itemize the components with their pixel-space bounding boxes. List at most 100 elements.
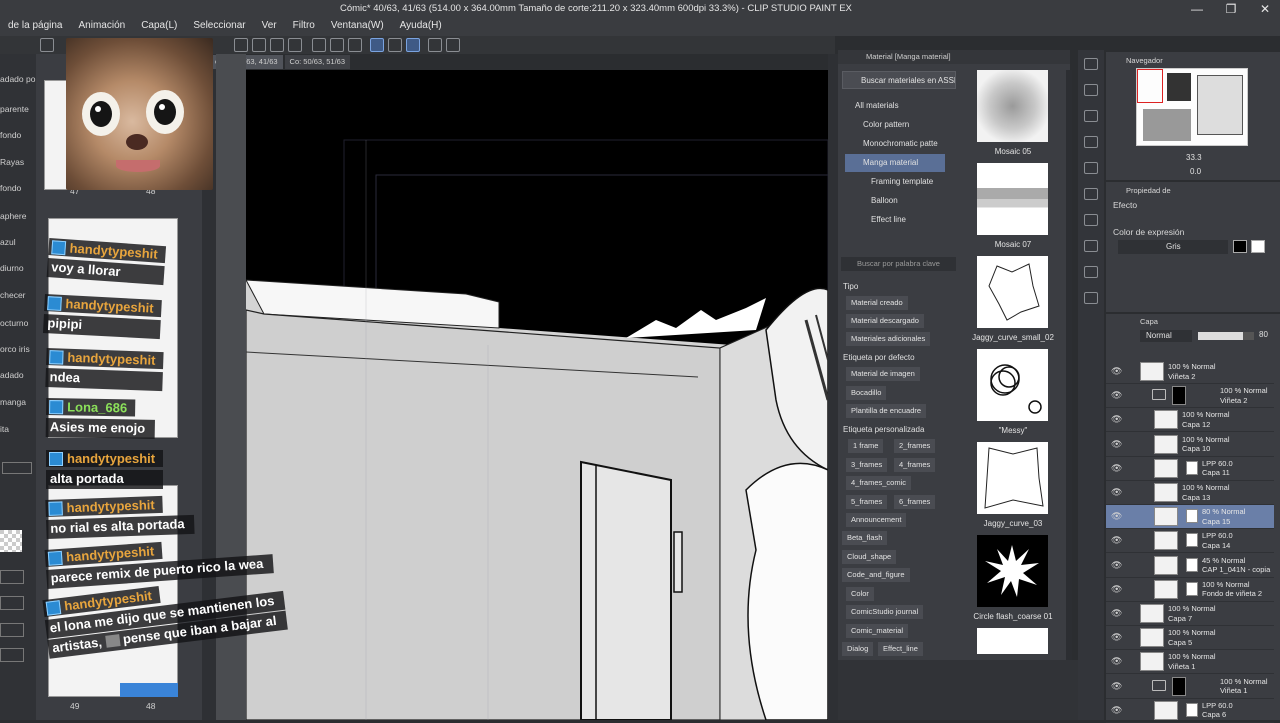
- folder-icon[interactable]: [1152, 389, 1166, 401]
- pen-snap-icon[interactable]: [388, 38, 402, 52]
- opacity-slider[interactable]: [1198, 332, 1254, 340]
- panel-icon[interactable]: [1084, 136, 1098, 148]
- tag-downloaded[interactable]: Material descargado: [846, 314, 924, 328]
- tree-manga-material[interactable]: Manga material: [845, 154, 945, 172]
- tag-image-material[interactable]: Material de imagen: [846, 367, 920, 381]
- tag-color[interactable]: Color: [846, 587, 874, 601]
- tag-4-frames-comic[interactable]: 4_frames_comic: [846, 476, 912, 490]
- layer-row[interactable]: 👁 100 % Normal Fondo de viñeta 2: [1106, 578, 1274, 602]
- tag-3-frames[interactable]: 3_frames: [846, 458, 888, 472]
- tag-beta-flash[interactable]: Beta_flash: [842, 531, 888, 545]
- menu-animation[interactable]: Animación: [71, 18, 134, 34]
- layer-row[interactable]: 👁 45 % Normal CAP 1_041N - copia: [1106, 554, 1274, 578]
- tag-frame-template[interactable]: Plantilla de encuadre: [846, 404, 927, 418]
- drawing-canvas[interactable]: [246, 70, 828, 720]
- expression-color-select[interactable]: Gris: [1118, 240, 1228, 254]
- visibility-eye-icon[interactable]: 👁: [1111, 487, 1122, 498]
- menu-layer[interactable]: Capa(L): [133, 18, 185, 34]
- material-scrollbar[interactable]: [1066, 70, 1072, 660]
- layer-row[interactable]: 👁 100 % Normal Capa 13: [1106, 481, 1274, 505]
- tag-6-frames[interactable]: 6_frames: [894, 495, 936, 509]
- layer-row[interactable]: 👁 100 % Normal Viñeta 2: [1106, 384, 1274, 409]
- menu-select[interactable]: Seleccionar: [185, 18, 253, 34]
- tag-5-frames[interactable]: 5_frames: [846, 495, 888, 509]
- rotation-value[interactable]: 0.0: [1190, 167, 1201, 176]
- tag-code-and-figure[interactable]: Code_and_figure: [842, 568, 910, 582]
- visibility-eye-icon[interactable]: 👁: [1111, 463, 1122, 474]
- material-thumb-circle-flash[interactable]: [977, 535, 1048, 607]
- tag-effect-line[interactable]: Effect_line: [878, 642, 923, 656]
- tag-1-frame[interactable]: 1 frame: [848, 439, 884, 453]
- layer-row[interactable]: 👁 LPP 60.0 Capa 14: [1106, 529, 1274, 554]
- panel-icon[interactable]: [1084, 162, 1098, 174]
- panel-icon[interactable]: [1084, 58, 1098, 70]
- hamburger-icon[interactable]: [40, 38, 54, 52]
- material-thumb-mosaic-05[interactable]: [977, 70, 1048, 142]
- tree-all-materials[interactable]: All materials: [845, 97, 945, 115]
- panel-icon[interactable]: [1084, 110, 1098, 122]
- tag-announcement[interactable]: Announcement: [846, 513, 907, 527]
- help-icon[interactable]: [446, 38, 460, 52]
- page-tool-icons[interactable]: [2, 462, 32, 474]
- transform-icon[interactable]: [288, 38, 302, 52]
- clear-icon[interactable]: [348, 38, 362, 52]
- fill-icon[interactable]: [252, 38, 266, 52]
- menu-filter[interactable]: Filtro: [285, 18, 323, 34]
- black-swatch[interactable]: [1233, 240, 1247, 253]
- blend-mode-select[interactable]: Normal: [1140, 330, 1192, 342]
- material-thumb-messy[interactable]: [977, 349, 1048, 421]
- tag-cloud-shape[interactable]: Cloud_shape: [842, 550, 897, 564]
- visibility-eye-icon[interactable]: 👁: [1111, 632, 1122, 643]
- visibility-eye-icon[interactable]: 👁: [1111, 414, 1122, 425]
- tab-document-50[interactable]: Co: 50/63, 51/63: [284, 55, 351, 69]
- crop-icon[interactable]: [330, 38, 344, 52]
- white-swatch[interactable]: [1251, 240, 1265, 253]
- material-thumb-mosaic-07[interactable]: [977, 163, 1048, 235]
- tag-2-frames[interactable]: 2_frames: [894, 439, 936, 453]
- align-icon[interactable]: [0, 596, 24, 610]
- layer-row[interactable]: 👁 100 % Normal Capa 5: [1106, 626, 1274, 651]
- visibility-eye-icon[interactable]: 👁: [1111, 535, 1122, 546]
- visibility-eye-icon[interactable]: 👁: [1111, 390, 1122, 401]
- tag-comicstudio-journal[interactable]: ComicStudio journal: [846, 605, 924, 619]
- tag-balloon[interactable]: Bocadillo: [846, 386, 887, 400]
- layer-row[interactable]: 👁 100 % Normal Viñeta 2: [1106, 360, 1274, 384]
- slider-icon[interactable]: [0, 648, 24, 662]
- select-icon[interactable]: [312, 38, 326, 52]
- layer-row[interactable]: 👁 100 % Normal Viñeta 1: [1106, 650, 1274, 675]
- layer-row[interactable]: 👁 100 % Normal Capa 12: [1106, 408, 1274, 433]
- tag-additional[interactable]: Materiales adicionales: [846, 332, 931, 346]
- tag-created[interactable]: Material creado: [846, 296, 908, 310]
- panel-icon[interactable]: [1084, 292, 1098, 304]
- material-thumb-jaggy-03[interactable]: [977, 442, 1048, 514]
- tree-balloon[interactable]: Balloon: [845, 192, 945, 210]
- panel-icon[interactable]: [1084, 188, 1098, 200]
- layer-row[interactable]: 👁 100 % Normal Capa 10: [1106, 433, 1274, 457]
- visibility-eye-icon[interactable]: 👁: [1111, 656, 1122, 667]
- close-button[interactable]: ✕: [1258, 2, 1272, 16]
- opacity-value[interactable]: 80: [1259, 330, 1268, 339]
- search-assets-button[interactable]: Buscar materiales en ASSETS: [842, 71, 956, 89]
- folder-icon[interactable]: [1152, 679, 1166, 691]
- material-thumb-next[interactable]: [977, 628, 1048, 654]
- ruler-snap-icon[interactable]: [370, 38, 384, 52]
- material-thumb-jaggy-small[interactable]: [977, 256, 1048, 328]
- visibility-eye-icon[interactable]: 👁: [1111, 681, 1122, 692]
- zoom-value[interactable]: 33.3: [1186, 153, 1202, 162]
- canvas-scrollbar[interactable]: [828, 54, 838, 720]
- visibility-eye-icon[interactable]: 👁: [1111, 584, 1122, 595]
- menu-view[interactable]: Ver: [254, 18, 285, 34]
- tree-monochromatic[interactable]: Monochromatic patte: [845, 135, 949, 153]
- visibility-eye-icon[interactable]: 👁: [1111, 439, 1122, 450]
- menu-window[interactable]: Ventana(W): [323, 18, 392, 34]
- layer-row[interactable]: 👁 LPP 60.0 Capa 11: [1106, 457, 1274, 481]
- menu-help[interactable]: Ayuda(H): [392, 18, 450, 34]
- minimize-button[interactable]: —: [1190, 2, 1204, 16]
- visibility-eye-icon[interactable]: 👁: [1111, 366, 1122, 377]
- layer-row[interactable]: 👁 LPP 60.0 Capa 6: [1106, 699, 1274, 723]
- visibility-eye-icon[interactable]: 👁: [1111, 705, 1122, 716]
- keyword-search-input[interactable]: Buscar por palabra clave: [841, 257, 956, 271]
- visibility-eye-icon[interactable]: 👁: [1111, 511, 1122, 522]
- menu-page[interactable]: de la página: [0, 18, 71, 34]
- sync-icon[interactable]: [428, 38, 442, 52]
